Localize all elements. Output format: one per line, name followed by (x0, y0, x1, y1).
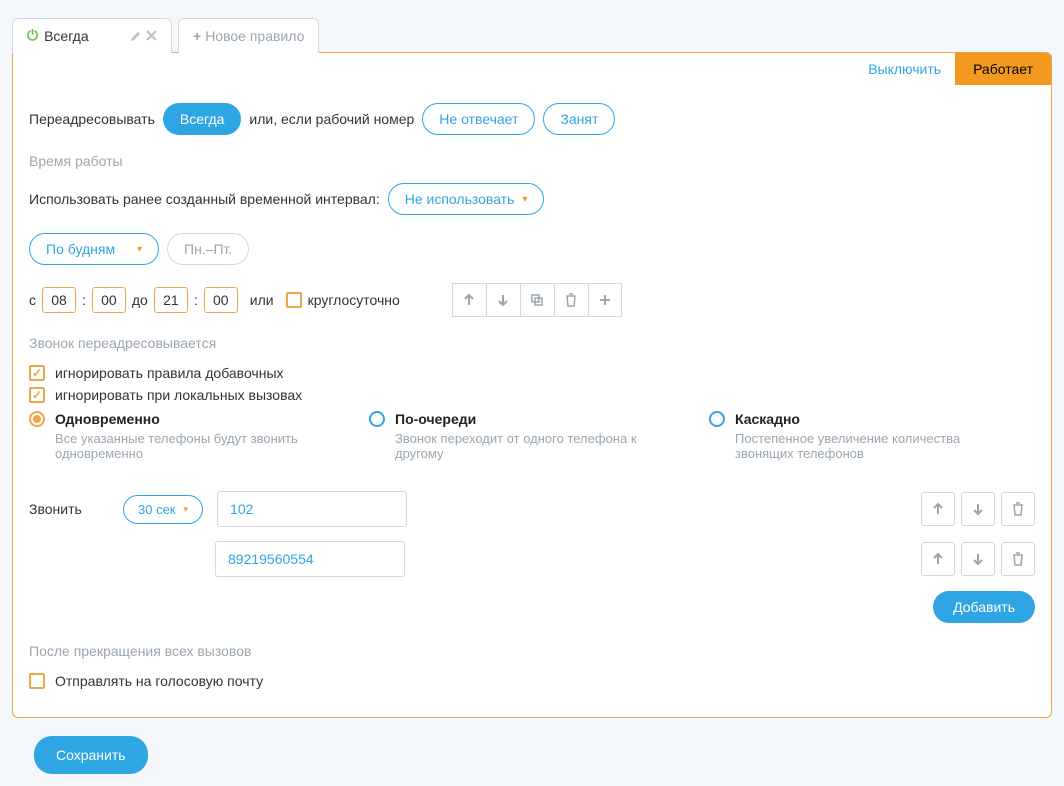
plus-icon: + (193, 28, 201, 44)
move-up-button[interactable] (452, 283, 486, 317)
use-interval-label: Использовать ранее созданный временной и… (29, 191, 380, 207)
delete-button[interactable] (554, 283, 588, 317)
ignore-ext-label: игнорировать правила добавочных (55, 365, 284, 381)
voicemail-checkbox[interactable] (29, 673, 45, 689)
phone-input-0[interactable] (217, 491, 407, 527)
duration-dropdown[interactable]: 30 сек ▾ (123, 495, 203, 524)
duration-value: 30 сек (138, 502, 176, 517)
to-label: до (132, 292, 148, 308)
redirect-section-label: Звонок переадресовывается (29, 335, 1035, 351)
row-delete-button[interactable] (1001, 542, 1035, 576)
min-from-input[interactable] (92, 287, 126, 313)
tab-new-label: Новое правило (205, 28, 304, 44)
forward-noanswer-pill[interactable]: Не отвечает (422, 103, 535, 135)
chevron-down-icon: ▾ (184, 504, 189, 515)
chevron-down-icon: ▾ (137, 244, 142, 255)
row-delete-button[interactable] (1001, 492, 1035, 526)
forward-label: Переадресовывать (29, 111, 155, 127)
ignore-ext-checkbox[interactable] (29, 365, 45, 381)
round-clock-label: круглосуточно (308, 292, 400, 308)
power-icon: ⏻ (27, 27, 38, 44)
row-up-button[interactable] (921, 492, 955, 526)
phone-input-1[interactable] (215, 541, 405, 577)
or-label: или (250, 292, 274, 308)
forward-busy-pill[interactable]: Занят (543, 103, 615, 135)
after-section-label: После прекращения всех вызовов (29, 643, 1035, 659)
move-down-button[interactable] (486, 283, 520, 317)
radio-sequential-title: По-очереди (395, 411, 476, 427)
voicemail-label: Отправлять на голосовую почту (55, 673, 263, 689)
add-button[interactable] (588, 283, 622, 317)
tab-new-rule[interactable]: + Новое правило (178, 18, 319, 53)
interval-dropdown[interactable]: Не использовать ▾ (388, 183, 545, 215)
hour-from-input[interactable] (42, 287, 76, 313)
row-down-button[interactable] (961, 542, 995, 576)
ignore-local-label: игнорировать при локальных вызовах (55, 387, 302, 403)
radio-simultaneous-desc: Все указанные телефоны будут звонить одн… (55, 431, 329, 461)
chevron-down-icon: ▾ (522, 194, 527, 205)
row-up-button[interactable] (921, 542, 955, 576)
pencil-icon[interactable] (130, 30, 142, 42)
add-number-button[interactable]: Добавить (933, 591, 1035, 623)
disable-link[interactable]: Выключить (854, 53, 955, 85)
tab-always[interactable]: ⏻ Всегда (12, 18, 172, 53)
radio-cascade-desc: Постепенное увеличение количества звонящ… (735, 431, 1009, 461)
ignore-local-checkbox[interactable] (29, 387, 45, 403)
status-badge: Работает (955, 53, 1051, 85)
radio-sequential[interactable] (369, 411, 385, 427)
radio-simultaneous-title: Одновременно (55, 411, 160, 427)
min-to-input[interactable] (204, 287, 238, 313)
call-label: Звонить (29, 501, 109, 517)
forward-always-pill[interactable]: Всегда (163, 103, 242, 135)
radio-simultaneous[interactable] (29, 411, 45, 427)
radio-cascade[interactable] (709, 411, 725, 427)
weekdays-dropdown[interactable]: По будням ▾ (29, 233, 159, 265)
radio-cascade-title: Каскадно (735, 411, 800, 427)
save-button[interactable]: Сохранить (34, 736, 148, 774)
tab-always-label: Всегда (44, 28, 89, 44)
row-down-button[interactable] (961, 492, 995, 526)
worktime-section-label: Время работы (29, 153, 1035, 169)
copy-button[interactable] (520, 283, 554, 317)
rule-panel: Выключить Работает Переадресовывать Всег… (12, 52, 1052, 718)
from-label: с (29, 292, 36, 308)
forward-or-label: или, если рабочий номер (249, 111, 414, 127)
close-icon[interactable] (146, 30, 157, 42)
interval-dropdown-value: Не использовать (405, 191, 515, 207)
weekdays-dropdown-value: По будням (46, 241, 115, 257)
time-actions (452, 283, 622, 317)
round-clock-checkbox[interactable] (286, 292, 302, 308)
hour-to-input[interactable] (154, 287, 188, 313)
weekdays-range: Пн.–Пт. (167, 233, 249, 265)
radio-sequential-desc: Звонок переходит от одного телефона к др… (395, 431, 669, 461)
